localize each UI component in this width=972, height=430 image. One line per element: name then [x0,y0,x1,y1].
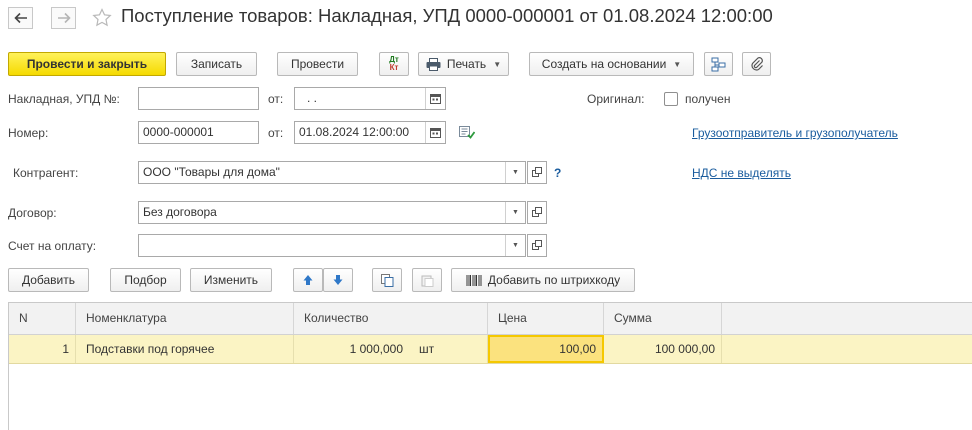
open-payment-invoice-button[interactable] [527,234,547,257]
structure-button[interactable] [704,52,733,76]
dropdown-button[interactable]: ▼ [505,162,525,183]
price-cell[interactable]: 100,00 [488,335,604,363]
table-row[interactable]: 1 Подставки под горячее 1 000,000 шт 100… [9,335,972,364]
column-header-sum[interactable]: Сумма [604,303,722,334]
counterparty-field[interactable]: ООО "Товары для дома" ▼ [138,161,526,184]
paperclip-icon [750,57,763,71]
arrow-down-icon [333,275,343,285]
arrow-right-icon [57,12,71,24]
open-contract-button[interactable] [527,201,547,224]
chevron-down-icon: ▼ [493,59,502,69]
arrow-left-icon [13,12,27,24]
dropdown-button[interactable]: ▼ [505,202,525,223]
goods-table[interactable]: N Номенклатура Количество Цена Сумма 1 П… [8,302,972,430]
quantity-cell[interactable]: 1 000,000 [294,335,409,363]
calendar-button[interactable] [425,122,445,143]
create-based-on-button[interactable]: Создать на основании ▼ [529,52,694,76]
invoice-number-label: Накладная, УПД №: [8,92,120,106]
print-label: Печать [446,57,487,71]
chevron-down-icon: ▼ [673,59,682,69]
copy-row-button[interactable] [372,268,402,292]
counterparty-label: Контрагент: [13,166,79,180]
open-window-icon [531,167,542,177]
original-received-label: получен [685,92,731,106]
date-label: от: [268,126,284,140]
move-up-button[interactable] [293,268,323,292]
post-and-close-button[interactable]: Провести и закрыть [8,52,166,76]
favorite-star-icon[interactable] [92,8,112,30]
edit-button[interactable]: Изменить [190,268,272,292]
contract-field[interactable]: Без договора ▼ [138,201,526,224]
item-cell[interactable]: Подставки под горячее [76,335,294,363]
dropdown-button[interactable]: ▼ [505,235,525,256]
column-header-price[interactable]: Цена [488,303,604,334]
payment-invoice-field[interactable]: ▼ [138,234,526,257]
page-title: Поступление товаров: Накладная, УПД 0000… [121,5,773,26]
chevron-down-icon: ▼ [512,242,519,249]
calendar-button[interactable] [425,88,445,109]
chevron-down-icon: ▼ [512,169,519,176]
forward-button[interactable] [51,7,76,29]
arrow-up-icon [303,275,313,285]
number-label: Номер: [8,126,49,140]
payment-invoice-label: Счет на оплату: [8,239,97,253]
calendar-icon [430,94,441,104]
create-based-on-label: Создать на основании [541,57,667,71]
move-down-button[interactable] [323,268,353,292]
original-label: Оригинал: [587,92,645,106]
add-by-barcode-button[interactable]: Добавить по штрихкоду [451,268,635,292]
document-check-icon[interactable] [459,126,476,142]
shipper-consignee-link[interactable]: Грузоотправитель и грузополучатель [692,126,898,140]
save-button[interactable]: Записать [176,52,257,76]
post-button[interactable]: Провести [277,52,358,76]
original-received-checkbox[interactable] [664,92,678,106]
chevron-down-icon: ▼ [512,209,519,216]
calendar-icon [430,128,441,138]
selection-button[interactable]: Подбор [110,268,181,292]
date-field[interactable]: 01.08.2024 12:00:00 [294,121,446,144]
copy-icon [380,273,393,287]
dt-kt-button[interactable]: Дт Кт [379,52,409,76]
structure-icon [711,57,726,71]
back-button[interactable] [8,7,33,29]
add-by-barcode-label: Добавить по штрихкоду [487,273,621,287]
paste-icon [421,275,433,287]
column-header-qty[interactable]: Количество [294,303,488,334]
contract-label: Договор: [8,206,57,220]
column-header-item[interactable]: Номенклатура [76,303,294,334]
printer-icon [426,57,441,71]
invoice-date-label: от: [268,92,284,106]
attach-button[interactable] [742,52,771,76]
paste-row-button[interactable] [412,268,442,292]
open-counterparty-button[interactable] [527,161,547,184]
number-field[interactable]: 0000-000001 [138,121,259,144]
dt-kt-icon: Дт Кт [389,55,399,72]
help-icon[interactable]: ? [554,166,561,180]
invoice-date-field[interactable]: . . [294,87,446,110]
row-number-cell[interactable]: 1 [9,335,76,363]
barcode-icon [466,274,482,286]
invoice-number-field[interactable] [138,87,259,110]
column-header-n[interactable]: N [9,303,76,334]
vat-link[interactable]: НДС не выделять [692,166,791,180]
add-row-button[interactable]: Добавить [8,268,89,292]
print-button[interactable]: Печать ▼ [418,52,509,76]
open-window-icon [531,240,542,250]
table-header: N Номенклатура Количество Цена Сумма [9,303,972,335]
sum-cell[interactable]: 100 000,00 [604,335,722,363]
open-window-icon [531,207,542,217]
unit-cell[interactable]: шт [409,335,488,363]
